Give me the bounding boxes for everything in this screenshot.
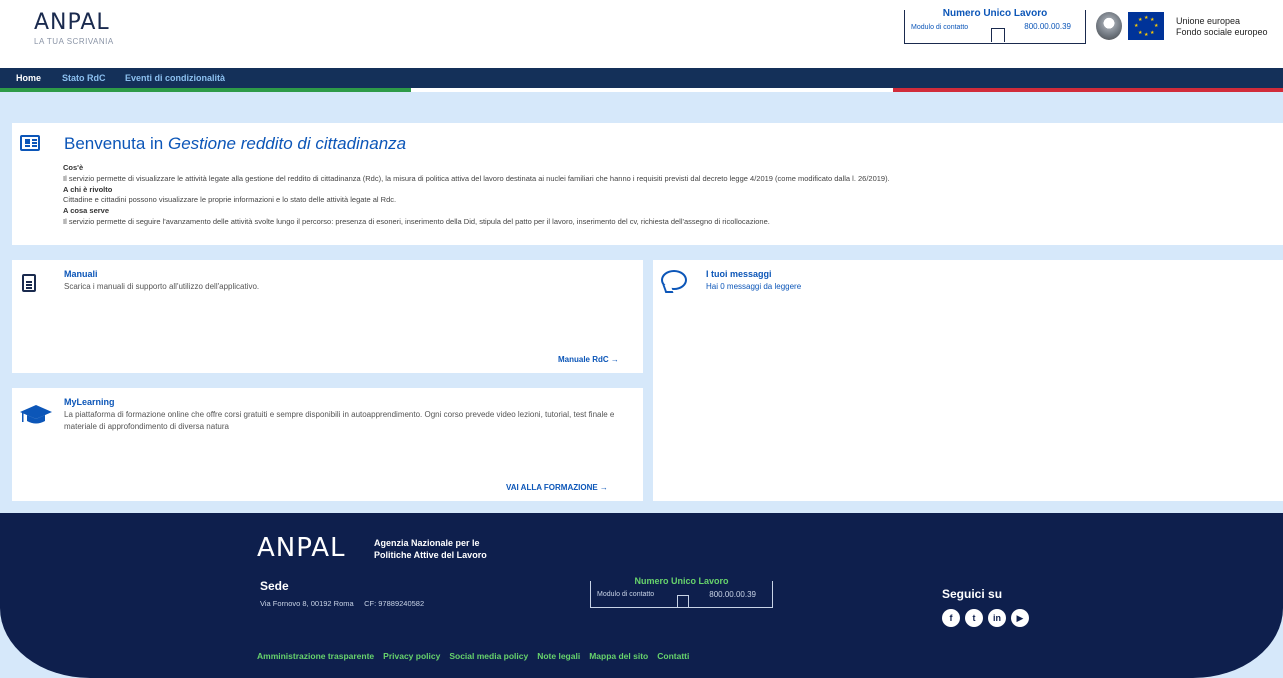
chat-bubble-icon <box>661 270 687 290</box>
document-icon <box>22 274 36 292</box>
footer-logo[interactable]: ANPAL <box>257 533 346 563</box>
contact-form-link[interactable]: Modulo di contatto <box>911 24 968 31</box>
footer-follow-us: Seguici su <box>942 587 1003 601</box>
footer-link-privacy[interactable]: Privacy policy <box>383 651 440 661</box>
footer-address: Via Fornovo 8, 00192 Roma CF: 9788924058… <box>260 599 425 608</box>
social-icons: f t in ▶ <box>942 609 1029 627</box>
flag-green <box>0 88 411 92</box>
footer-links: Amministrazione trasparente Privacy poli… <box>257 651 689 661</box>
footer-link-note-legali[interactable]: Note legali <box>537 651 580 661</box>
nav-stato-rdc[interactable]: Stato RdC <box>62 73 106 83</box>
mylearning-card: MyLearning La piattaforma di formazione … <box>12 388 643 501</box>
footer-phone-number: 800.00.00.39 <box>709 590 756 599</box>
footer-link-mappa[interactable]: Mappa del sito <box>589 651 648 661</box>
numero-unico-lavoro-box: Numero Unico Lavoro Modulo di contatto 8… <box>904 8 1086 44</box>
footer-sede-title: Sede <box>260 579 289 593</box>
youtube-icon[interactable]: ▶ <box>1011 609 1029 627</box>
eu-text: Unione europea Fondo sociale europeo <box>1176 16 1268 37</box>
welcome-title: Benvenuta in Gestione reddito di cittadi… <box>64 134 407 153</box>
phone-number: 800.00.00.39 <box>1024 22 1071 31</box>
manuali-card: Manuali Scarica i manuali di supporto al… <box>12 260 643 373</box>
footer-link-social-policy[interactable]: Social media policy <box>449 651 528 661</box>
republic-emblem-icon <box>1096 12 1122 40</box>
eu-flag-icon: ★ ★ ★ ★ ★ ★ ★ ★ <box>1128 12 1164 40</box>
mylearning-desc: La piattaforma di formazione online che … <box>64 410 615 431</box>
logo-subtitle: LA TUA SCRIVANIA <box>34 37 114 46</box>
nav-eventi[interactable]: Eventi di condizionalità <box>125 73 225 83</box>
nul-title: Numero Unico Lavoro <box>938 8 1052 19</box>
footer-link-trasparente[interactable]: Amministrazione trasparente <box>257 651 374 661</box>
mylearning-title: MyLearning <box>64 397 115 407</box>
messages-card: I tuoi messaggi Hai 0 messaggi da legger… <box>653 260 1283 501</box>
flag-red <box>893 88 1283 92</box>
vai-alla-formazione-link[interactable]: VAI ALLA FORMAZIONE → <box>506 483 608 492</box>
twitter-icon[interactable]: t <box>965 609 983 627</box>
nav-home[interactable]: Home <box>16 73 41 83</box>
flag-white <box>411 88 893 92</box>
top-header: ANPAL LA TUA SCRIVANIA Numero Unico Lavo… <box>0 0 1283 68</box>
manuale-rdc-link[interactable]: Manuale RdC → <box>558 355 619 364</box>
anpal-logo[interactable]: ANPAL LA TUA SCRIVANIA <box>34 10 114 46</box>
footer-agency-name: Agenzia Nazionale per le Politiche Attive… <box>374 538 487 560</box>
manuali-title: Manuali <box>64 269 98 279</box>
main-nav: Home Stato RdC Eventi di condizionalità <box>0 68 1283 88</box>
messages-title: I tuoi messaggi <box>706 269 772 279</box>
footer-nul-title: Numero Unico Lavoro <box>630 576 733 586</box>
footer-nul-box: Numero Unico Lavoro Modulo di contatto 8… <box>590 576 773 608</box>
welcome-card: Benvenuta in Gestione reddito di cittadi… <box>12 123 1283 245</box>
graduation-cap-icon <box>20 405 52 424</box>
footer-link-contatti[interactable]: Contatti <box>657 651 689 661</box>
manuali-desc: Scarica i manuali di supporto all'utiliz… <box>64 282 260 291</box>
linkedin-icon[interactable]: in <box>988 609 1006 627</box>
newspaper-icon <box>20 135 40 151</box>
facebook-icon[interactable]: f <box>942 609 960 627</box>
footer: ANPAL Agenzia Nazionale per le Politiche … <box>0 513 1283 678</box>
logo-text: ANPAL <box>34 10 110 35</box>
footer-contact-form-link[interactable]: Modulo di contatto <box>597 591 654 598</box>
welcome-body: Cos'è Il servizio permette di visualizza… <box>63 163 890 226</box>
messages-count-link[interactable]: Hai 0 messaggi da leggere <box>706 281 801 293</box>
